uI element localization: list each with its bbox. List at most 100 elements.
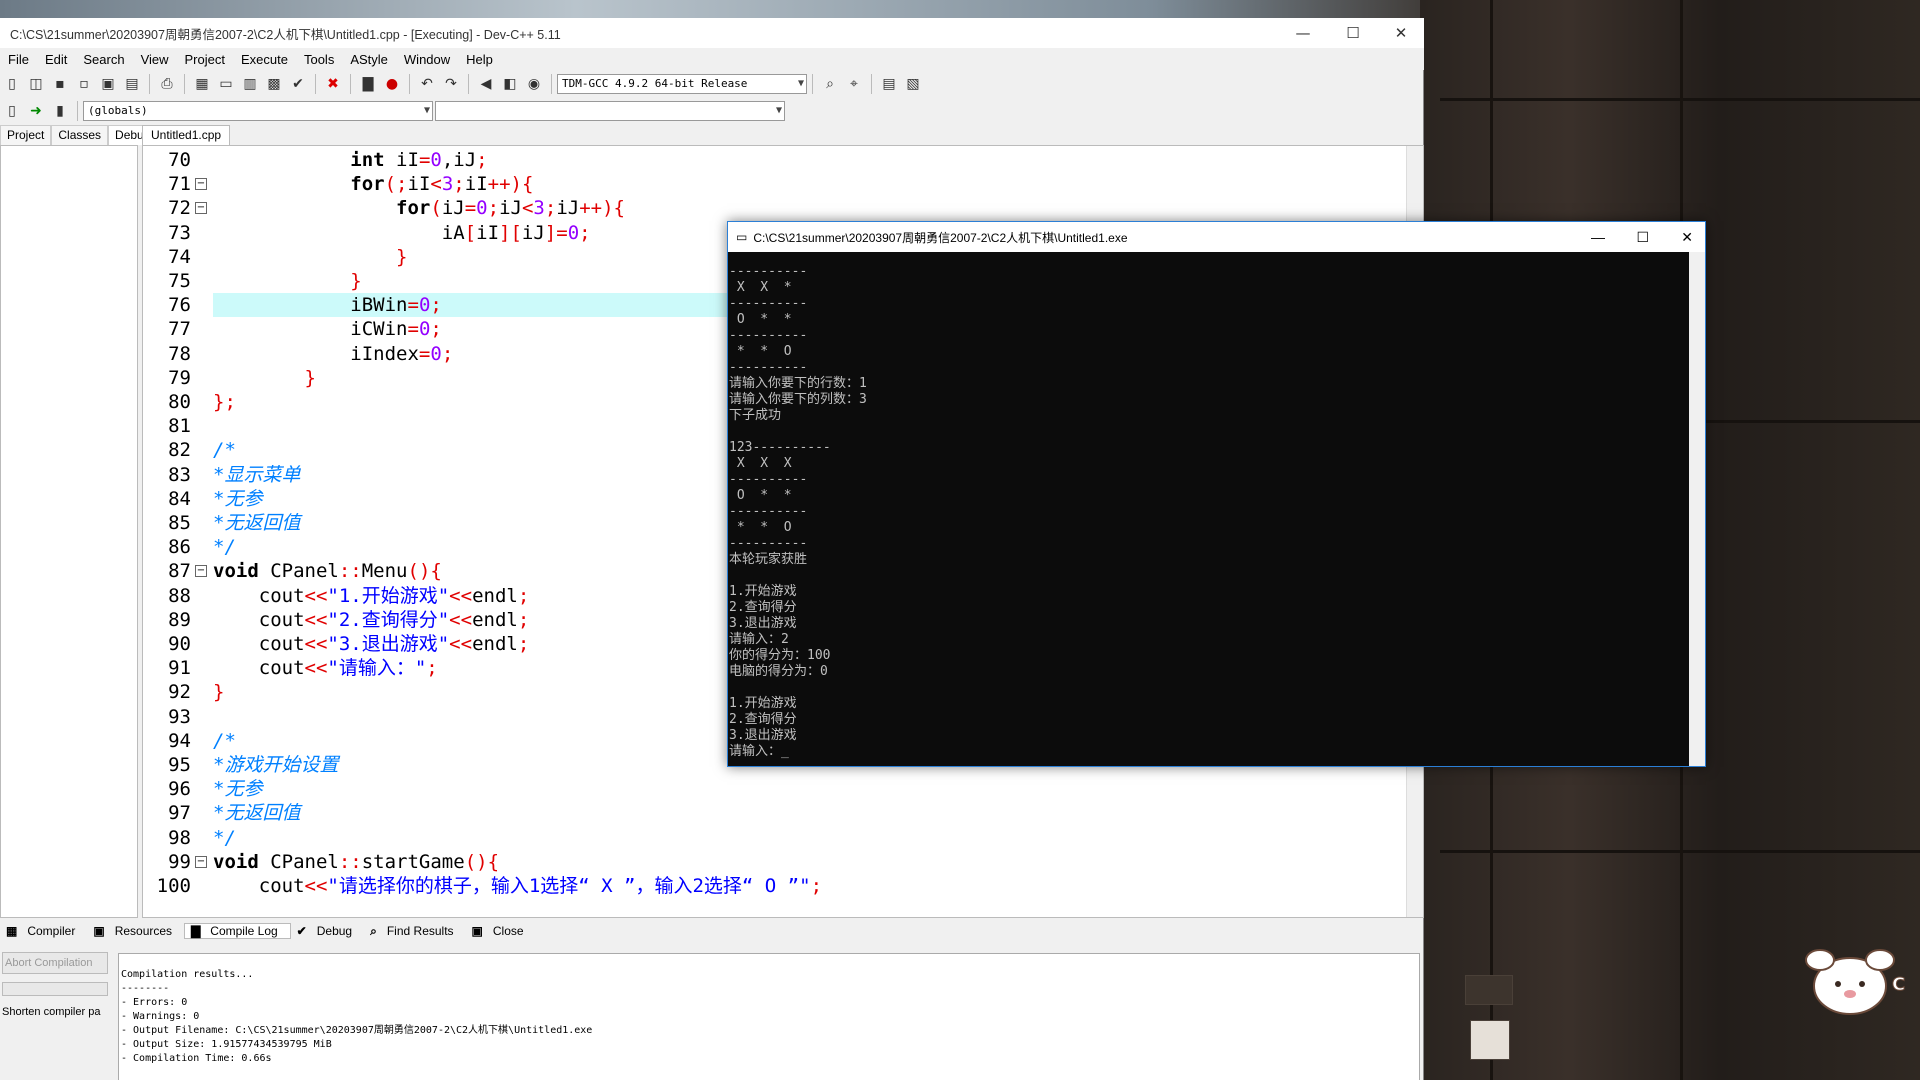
tab-compile-log[interactable]: ▇ Compile Log <box>184 923 291 939</box>
layout-icon[interactable]: ▥ <box>240 74 260 94</box>
code-line[interactable]: for(;iI<3;iI++){ <box>213 172 1406 196</box>
console-scrollbar[interactable] <box>1689 252 1705 766</box>
code-token: iIndex <box>350 342 419 365</box>
open-icon[interactable]: ◫ <box>26 74 46 94</box>
menu-file[interactable]: File <box>8 52 29 67</box>
chart-icon[interactable]: ▇ <box>358 74 378 94</box>
menu-execute[interactable]: Execute <box>241 52 288 67</box>
compiler-select[interactable]: TDM-GCC 4.9.2 64-bit Release ▼ <box>557 74 807 94</box>
toolbar-separator <box>315 74 316 94</box>
tiles-icon[interactable]: ▩ <box>264 74 284 94</box>
menu-view[interactable]: View <box>141 52 169 67</box>
code-line[interactable]: */ <box>213 826 1406 850</box>
abort-compilation-button[interactable]: Abort Compilation <box>2 952 108 974</box>
fold-toggle-icon[interactable]: − <box>195 178 207 191</box>
code-token: "请输入：" <box>327 657 427 680</box>
line-number: 70 <box>168 149 191 171</box>
chevron-down-icon: ▼ <box>423 105 430 116</box>
bookmark-icon[interactable]: ◉ <box>524 74 544 94</box>
new-class-icon[interactable]: ▯ <box>2 101 22 121</box>
find-icon[interactable]: ⌕ <box>820 74 840 94</box>
close-file-icon[interactable]: ▣ <box>98 74 118 94</box>
console-output[interactable]: ---------- X X * ---------- O * * ------… <box>728 252 1689 766</box>
menu-help[interactable]: Help <box>466 52 493 67</box>
console-minimize-button[interactable]: — <box>1591 229 1605 245</box>
window-icon[interactable]: ▭ <box>216 74 236 94</box>
compiler-select-value: TDM-GCC 4.9.2 64-bit Release <box>562 77 748 90</box>
console-maximize-button[interactable]: ☐ <box>1636 229 1649 246</box>
globals-select[interactable]: (globals) ▼ <box>83 101 433 121</box>
unindent-icon[interactable]: ◧ <box>500 74 520 94</box>
grid-icon[interactable]: ▦ <box>192 74 212 94</box>
indent-icon[interactable]: ◀ <box>476 74 496 94</box>
code-line[interactable]: for(iJ=0;iJ<3;iJ++){ <box>213 196 1406 220</box>
print-icon[interactable]: ⎙ <box>157 74 177 94</box>
code-token: ++){ <box>579 197 625 220</box>
menu-project[interactable]: Project <box>185 52 225 67</box>
menu-search[interactable]: Search <box>83 52 124 67</box>
line-number: 98 <box>168 826 191 849</box>
close-all-icon[interactable]: ▤ <box>122 74 142 94</box>
code-token: } <box>304 366 316 389</box>
code-token: *无参 <box>213 487 263 510</box>
code-token: } <box>350 270 362 292</box>
compiler-icon: ▦ <box>6 924 18 938</box>
compile-log[interactable]: Compilation results... -------- - Errors… <box>118 953 1420 1080</box>
tab-project[interactable]: Project <box>0 125 52 145</box>
code-line[interactable]: void CPanel::startGame(){ <box>213 850 1406 874</box>
code-token: endl <box>472 608 518 631</box>
check-syntax-icon[interactable]: ✔ <box>288 74 308 94</box>
code-line[interactable]: cout<<"请选择你的棋子，输入1选择“ X ”，输入2选择“ O ”"; <box>213 874 1406 898</box>
menu-edit[interactable]: Edit <box>45 52 67 67</box>
code-token: = <box>407 294 419 317</box>
profile-icon[interactable]: ● <box>382 74 402 94</box>
tab-debug-bottom[interactable]: ✔ Debug <box>291 924 364 938</box>
toolbar-separator <box>812 74 813 94</box>
line-number: 97 <box>168 802 191 825</box>
code-line[interactable]: *无返回值 <box>213 801 1406 825</box>
undo-icon[interactable]: ↶ <box>417 74 437 94</box>
goto-icon[interactable]: ➜ <box>26 101 46 121</box>
tab-find-results[interactable]: ⌕ Find Results <box>364 924 465 939</box>
save-all-icon[interactable]: ▫ <box>74 74 94 94</box>
redo-icon[interactable]: ↷ <box>441 74 461 94</box>
menu-window[interactable]: Window <box>404 52 450 67</box>
menu-astyle[interactable]: AStyle <box>350 52 388 67</box>
line-number: 80 <box>168 391 191 413</box>
console-close-button[interactable]: ✕ <box>1681 229 1693 246</box>
code-token: ][ <box>499 221 522 244</box>
code-token: 0 <box>430 342 442 365</box>
find-replace-icon[interactable]: ⌖ <box>844 74 864 94</box>
fold-toggle-icon[interactable]: − <box>195 202 207 215</box>
fold-toggle-icon[interactable]: − <box>195 565 207 578</box>
new-file-icon[interactable]: ▯ <box>2 74 22 94</box>
devcpp-titlebar[interactable]: C:\CS\21summer\20203907周朝勇信2007-2\C2人机下棋… <box>0 18 1424 48</box>
tab-compiler[interactable]: ▦ Compiler <box>0 924 87 938</box>
line-number: 91 <box>168 657 191 680</box>
code-token: << <box>304 584 328 607</box>
function-select[interactable]: ▼ <box>435 101 785 121</box>
minimize-button[interactable]: — <box>1280 18 1326 48</box>
menu-tools[interactable]: Tools <box>304 52 334 67</box>
tab-close[interactable]: ▣ Close <box>466 924 536 938</box>
tab-resources[interactable]: ▣ Resources <box>87 924 184 938</box>
shorten-compiler-paths-label[interactable]: Shorten compiler pa <box>2 1006 100 1018</box>
bookmark-toggle-icon[interactable]: ▮ <box>50 101 70 121</box>
save-icon[interactable]: ▪ <box>50 74 70 94</box>
code-token: ; <box>441 342 454 365</box>
insert-icon[interactable]: ▧ <box>903 74 923 94</box>
tab-untitled1[interactable]: Untitled1.cpp <box>142 125 231 145</box>
console-titlebar[interactable]: ▭ C:\CS\21summer\20203907周朝勇信2007-2\C2人机… <box>728 222 1705 252</box>
maximize-button[interactable]: ☐ <box>1330 18 1376 48</box>
line-number: 89 <box>168 608 191 631</box>
class-browser-icon[interactable]: ▤ <box>879 74 899 94</box>
stop-icon[interactable]: ✖ <box>323 74 343 94</box>
close-button[interactable]: ✕ <box>1378 18 1424 48</box>
code-line[interactable]: *无参 <box>213 777 1406 801</box>
fold-toggle-icon[interactable]: − <box>195 855 207 868</box>
code-line[interactable]: int iI=0,iJ; <box>213 148 1406 172</box>
tab-classes[interactable]: Classes <box>51 125 109 145</box>
